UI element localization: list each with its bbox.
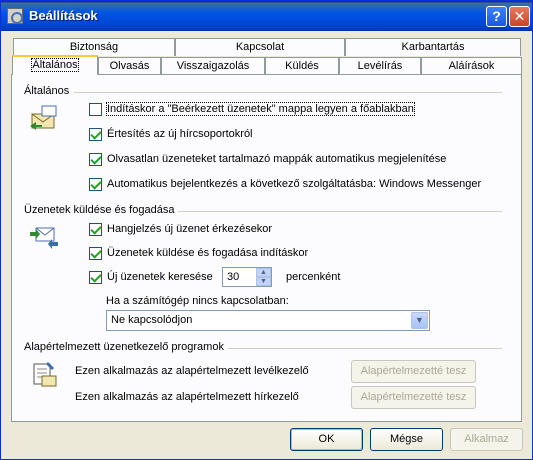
auto-logon-checkbox[interactable] <box>89 177 102 191</box>
option-startup-inbox[interactable]: Indításkor a "Beérkezett üzenetek" mappa… <box>89 101 415 117</box>
cancel-button[interactable]: Mégse <box>370 428 443 451</box>
dialog-window: Beállítások ? ✕ Biztonság Kapcsolat Karb… <box>0 0 533 460</box>
send-receive-startup-checkbox[interactable] <box>89 246 102 260</box>
defaults-section-title: Alapértelmezett üzenetkezelő programok <box>24 341 228 353</box>
send-receive-icon <box>30 227 58 249</box>
settings-app-icon <box>7 8 23 24</box>
help-button[interactable]: ? <box>486 6 507 27</box>
tab-send[interactable]: Küldés <box>265 57 339 75</box>
general-section-title: Általános <box>24 85 74 97</box>
new-newsgroups-checkbox[interactable] <box>89 127 102 141</box>
interval-unit: percenként <box>286 269 340 285</box>
interval-spinner[interactable]: 30 ▲ ▼ <box>222 267 272 287</box>
send-receive-startup-label: Üzenetek küldése és fogadása indításkor <box>107 247 309 259</box>
section-divider <box>177 211 502 212</box>
new-newsgroups-label: Értesítés az új hírcsoportokról <box>107 128 253 140</box>
window-title: Beállítások <box>29 8 98 23</box>
tab-signatures[interactable]: Aláírások <box>421 57 522 75</box>
option-sound[interactable]: Hangjelzés új üzenet érkezésekor <box>89 221 272 237</box>
tab-security[interactable]: Biztonság <box>13 38 175 56</box>
option-new-newsgroups[interactable]: Értesítés az új hírcsoportokról <box>89 126 253 142</box>
chevron-down-icon[interactable]: ▼ <box>411 312 428 329</box>
option-send-receive-startup[interactable]: Üzenetek küldése és fogadása indításkor <box>89 245 308 261</box>
tab-read[interactable]: Olvasás <box>98 57 161 75</box>
startup-inbox-label: Indításkor a "Beérkezett üzenetek" mappa… <box>106 102 415 116</box>
tab-general[interactable]: Általános <box>12 55 98 75</box>
offline-dropdown[interactable]: Ne kapcsolódjon ▼ <box>106 310 430 331</box>
sound-checkbox[interactable] <box>89 222 102 236</box>
default-mail-row: Ezen alkalmazás az alapértelmezett levél… <box>75 363 309 379</box>
mail-envelope-icon <box>30 105 57 130</box>
tab-connection[interactable]: Kapcsolat <box>175 38 345 56</box>
set-default-mail-button[interactable]: Alapértelmezetté tesz <box>351 360 476 383</box>
unread-folders-checkbox[interactable] <box>89 152 102 166</box>
ok-button[interactable]: OK <box>290 428 363 451</box>
offline-caption: Ha a számítógép nincs kapcsolatban: <box>106 293 289 309</box>
close-button[interactable]: ✕ <box>509 6 530 27</box>
spin-down-button[interactable]: ▼ <box>256 277 271 286</box>
default-news-row: Ezen alkalmazás az alapértelmezett hírke… <box>75 389 299 405</box>
option-auto-logon-messenger[interactable]: Automatikus bejelentkezés a következő sz… <box>89 176 481 192</box>
default-mail-text: Ezen alkalmazás az alapértelmezett levél… <box>75 365 309 377</box>
offline-value: Ne kapcsolódjon <box>111 314 193 326</box>
tab-maintenance[interactable]: Karbantartás <box>345 38 521 56</box>
tab-receipts[interactable]: Visszaigazolás <box>161 57 265 75</box>
title-bar[interactable]: Beállítások ? ✕ <box>1 1 532 31</box>
tab-panel: Általános Indításkor a "Beérkezett üzene… <box>11 74 522 422</box>
interval-value: 30 <box>227 271 240 283</box>
offline-label: Ha a számítógép nincs kapcsolatban: <box>106 295 289 307</box>
section-divider <box>74 92 502 93</box>
spin-up-button[interactable]: ▲ <box>256 268 271 277</box>
section-divider <box>226 348 502 349</box>
option-check-new[interactable]: Új üzenetek keresése <box>89 269 213 285</box>
interval-unit-label: percenként <box>286 271 341 283</box>
tab-compose[interactable]: Levélírás <box>339 57 421 75</box>
sendreceive-section-title: Üzenetek küldése és fogadása <box>24 204 179 216</box>
sound-label: Hangjelzés új üzenet érkezésekor <box>107 223 273 235</box>
spinner-buttons: ▲ ▼ <box>256 268 271 286</box>
option-unread-folders[interactable]: Olvasatlan üzeneteket tartalmazó mappák … <box>89 151 446 167</box>
default-news-text: Ezen alkalmazás az alapértelmezett hírke… <box>75 391 299 403</box>
check-new-checkbox[interactable] <box>89 270 102 284</box>
unread-folders-label: Olvasatlan üzeneteket tartalmazó mappák … <box>107 153 447 165</box>
tab-general-label: Általános <box>31 58 79 72</box>
mail-program-icon <box>33 362 57 387</box>
set-default-news-button[interactable]: Alapértelmezetté tesz <box>351 386 476 409</box>
check-new-label: Új üzenetek keresése <box>107 271 213 283</box>
auto-logon-label: Automatikus bejelentkezés a következő sz… <box>107 178 482 190</box>
apply-button[interactable]: Alkalmaz <box>450 428 523 451</box>
startup-inbox-checkbox[interactable] <box>89 102 102 116</box>
